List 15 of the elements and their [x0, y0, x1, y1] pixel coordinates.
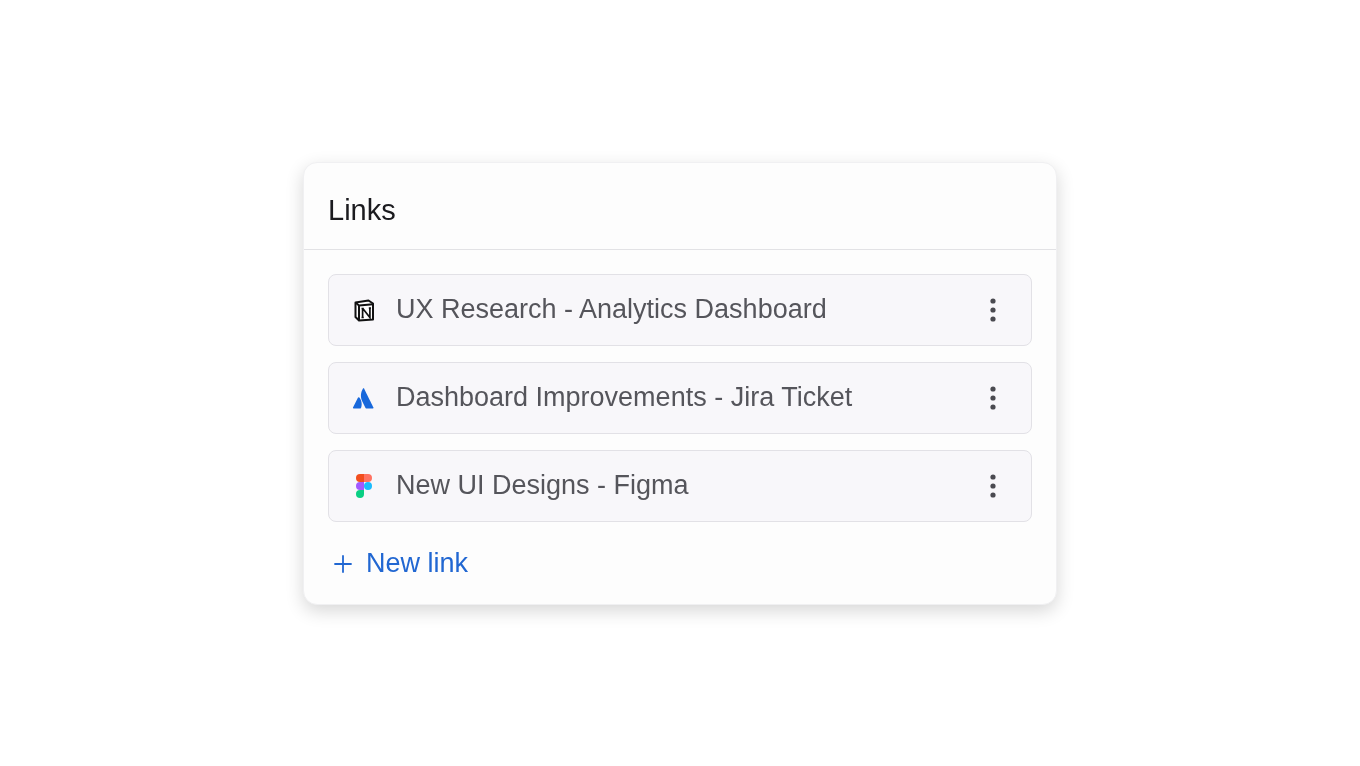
vertical-dots-icon	[990, 473, 996, 498]
card-title: Links	[328, 196, 396, 225]
letter-n-box-icon	[352, 297, 376, 322]
link-title[interactable]: UX Research - Analytics Dashboard	[396, 296, 975, 323]
new-link-button[interactable]: New link	[328, 545, 471, 582]
peaks-icon	[352, 385, 376, 410]
link-row[interactable]: Dashboard Improvements - Jira Ticket	[328, 361, 1032, 434]
link-title[interactable]: New UI Designs - Figma	[396, 472, 975, 499]
vertical-dots-icon	[990, 385, 996, 410]
link-row[interactable]: UX Research - Analytics Dashboard	[328, 273, 1032, 346]
vertical-dots-icon	[990, 297, 996, 322]
link-row[interactable]: New UI Designs - Figma	[328, 449, 1032, 522]
colored-shapes-icon	[356, 473, 372, 498]
plus-icon	[334, 554, 352, 573]
link-title[interactable]: Dashboard Improvements - Jira Ticket	[396, 384, 975, 411]
